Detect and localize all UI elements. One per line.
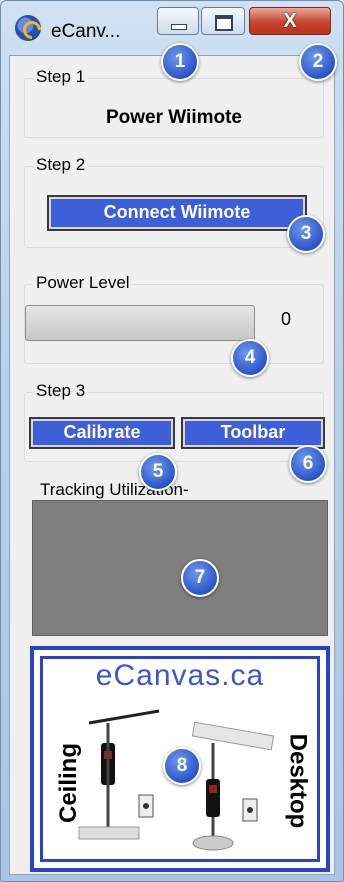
step1-group: Step 1 Power Wiimote bbox=[24, 67, 324, 138]
callout-badge-6: 6 bbox=[289, 445, 327, 483]
logo-brand-text: eCanvas.ca bbox=[95, 659, 265, 692]
power-level-value: 0 bbox=[281, 309, 292, 329]
callout-badge-1: 1 bbox=[161, 43, 199, 81]
callout-badge-2: 2 bbox=[299, 43, 337, 81]
step3-group: Step 3 Calibrate Toolbar bbox=[24, 381, 325, 462]
toolbar-button[interactable]: Toolbar bbox=[181, 417, 325, 449]
step2-legend: Step 2 bbox=[33, 155, 89, 175]
power-level-group: Power Level 0 bbox=[24, 273, 324, 364]
tracking-utilization-area bbox=[32, 500, 328, 636]
connect-wiimote-button[interactable]: Connect Wiimote bbox=[47, 195, 307, 231]
window-title: eCanv... bbox=[51, 21, 121, 42]
callout-badge-7: 7 bbox=[181, 559, 219, 597]
step1-legend: Step 1 bbox=[33, 67, 89, 87]
step3-legend: Step 3 bbox=[33, 381, 89, 401]
power-level-bar bbox=[25, 305, 255, 341]
close-icon: X bbox=[283, 10, 297, 32]
maximize-button[interactable] bbox=[201, 7, 245, 35]
calibrate-button[interactable]: Calibrate bbox=[29, 417, 175, 449]
power-wiimote-label: Power Wiimote bbox=[105, 107, 242, 128]
close-button[interactable]: X bbox=[249, 7, 331, 35]
callout-badge-4: 4 bbox=[231, 339, 269, 377]
callout-badge-5: 5 bbox=[139, 453, 177, 491]
minimize-button[interactable] bbox=[157, 7, 199, 35]
power-level-legend: Power Level bbox=[33, 273, 133, 293]
desktop-mount-icon bbox=[191, 721, 275, 851]
callout-badge-8: 8 bbox=[163, 747, 201, 785]
callout-badge-3: 3 bbox=[287, 215, 325, 253]
ceiling-mount-icon bbox=[78, 709, 160, 840]
app-window: eCanv... X Step 1 Power Wiimote Step 2 C… bbox=[0, 0, 344, 882]
step2-group: Step 2 Connect Wiimote bbox=[24, 155, 324, 248]
ecanvas-app-icon[interactable] bbox=[15, 15, 41, 41]
